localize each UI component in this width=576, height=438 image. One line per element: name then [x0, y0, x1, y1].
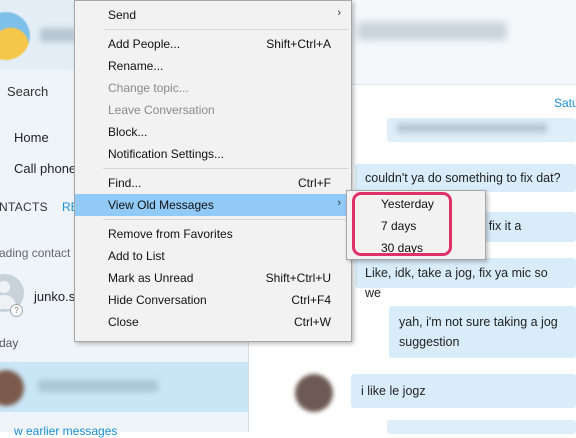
menu-item-notification-settings[interactable]: Notification Settings... [75, 143, 351, 165]
menu-item-send[interactable]: Send › [75, 4, 351, 26]
submenu-arrow-icon: › [337, 7, 341, 19]
menu-item-label: Find... [108, 176, 142, 190]
tab-contacts[interactable]: NTACTS [0, 200, 48, 214]
sender-avatar [295, 374, 333, 412]
chat-date-label: Satu [554, 96, 576, 110]
menu-item-label: Mark as Unread [108, 271, 194, 285]
menu-item-rename[interactable]: Rename... [75, 55, 351, 77]
menu-item-close[interactable]: Close Ctrl+W [75, 311, 351, 333]
contact-name[interactable]: junko.s [34, 289, 75, 304]
conversation-name-blurred [38, 380, 158, 392]
today-section-label: day [0, 336, 19, 350]
menu-item-label: Block... [108, 125, 148, 139]
menu-item-shortcut: Ctrl+W [294, 315, 331, 329]
menu-item-shortcut: Shift+Ctrl+A [266, 37, 331, 51]
message-bubble: Like, idk, take a jog, fix ya mic so we [355, 258, 576, 300]
search-label: Search [7, 84, 49, 99]
menu-item-label: Rename... [108, 59, 164, 73]
menu-item-label: Add People... [108, 37, 181, 51]
menu-item-mark-as-unread[interactable]: Mark as Unread Shift+Ctrl+U [75, 267, 351, 289]
menu-item-label: Change topic... [108, 81, 189, 95]
menu-item-label: Send [108, 8, 137, 22]
menu-item-label: Add to List [108, 249, 165, 263]
menu-item-label: View Old Messages [108, 198, 214, 212]
message-bubble: i like le jogz [351, 374, 576, 408]
menu-item-label: Close [108, 315, 139, 329]
menu-item-label: Leave Conversation [108, 103, 215, 117]
menu-item-add-people[interactable]: Add People... Shift+Ctrl+A [75, 33, 351, 55]
loading-contacts-text: ading contact [0, 246, 71, 260]
message-bubble: yah, i'm not sure taking a jog suggestio… [389, 306, 576, 358]
menu-item-view-old-messages[interactable]: View Old Messages › [75, 194, 351, 216]
profile-name-blurred [40, 28, 76, 42]
menu-separator [103, 168, 349, 169]
menu-item-shortcut: Ctrl+F4 [291, 293, 331, 307]
chat-title-blurred [357, 22, 507, 40]
menu-item-hide-conversation[interactable]: Hide Conversation Ctrl+F4 [75, 289, 351, 311]
message-bubble: couldn't ya do something to fix dat? [355, 164, 576, 192]
message-text: couldn't ya do something to fix dat? [365, 171, 561, 185]
menu-item-shortcut: Ctrl+F [298, 176, 331, 190]
nav-call-phone[interactable]: Call phone [14, 161, 76, 176]
status-unknown-icon: ? [10, 304, 23, 317]
nav-home[interactable]: Home [14, 130, 49, 145]
menu-item-add-to-list[interactable]: Add to List [75, 245, 351, 267]
show-earlier-messages-link[interactable]: w earlier messages [14, 424, 117, 438]
profile-avatar[interactable] [0, 12, 30, 60]
menu-item-block[interactable]: Block... [75, 121, 351, 143]
menu-item-find[interactable]: Find... Ctrl+F [75, 172, 351, 194]
menu-separator [103, 219, 349, 220]
menu-item-label: Hide Conversation [108, 293, 207, 307]
message-text: i like le jogz [361, 384, 426, 398]
menu-item-shortcut: Shift+Ctrl+U [265, 271, 331, 285]
message-text: suggestion [399, 335, 460, 349]
annotation-highlight-ring [352, 192, 452, 256]
menu-item-change-topic: Change topic... [75, 77, 351, 99]
submenu-arrow-icon: › [337, 197, 341, 209]
menu-separator [103, 29, 349, 30]
message-text: Like, idk, take a jog, fix ya mic so we [365, 266, 548, 300]
menu-item-label: Remove from Favorites [108, 227, 233, 241]
message-text: yah, i'm not sure taking a jog [399, 315, 558, 329]
menu-item-leave-conversation: Leave Conversation [75, 99, 351, 121]
context-menu: Send › Add People... Shift+Ctrl+A Rename… [74, 0, 352, 342]
message-bubble-blurred [387, 118, 576, 142]
menu-item-label: Notification Settings... [108, 147, 225, 161]
menu-item-remove-from-favorites[interactable]: Remove from Favorites [75, 223, 351, 245]
